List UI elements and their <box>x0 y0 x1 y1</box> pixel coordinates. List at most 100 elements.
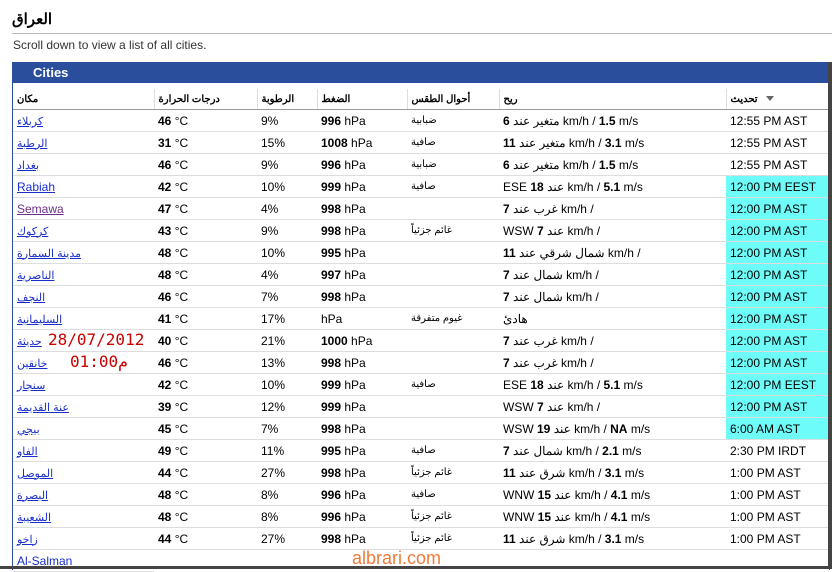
conditions-cell: غائم جزئياً <box>407 219 499 242</box>
wind-cell: ESE 18 عند km/h / 5.1 m/s <box>499 175 726 198</box>
city-link[interactable]: السليمانية <box>17 314 62 326</box>
pressure-unit: hPa <box>344 113 366 128</box>
temp-unit: °C <box>174 487 189 502</box>
updated-cell: 12:00 PM AST <box>726 351 829 374</box>
temp-unit: °C <box>174 201 189 216</box>
city-link[interactable]: الناصرية <box>17 270 54 282</box>
wind-unit: m/s <box>621 531 645 546</box>
wind-unit: m/s <box>621 135 645 150</box>
city-link[interactable]: سنجار <box>17 380 45 392</box>
wind-speed: 18 <box>530 179 544 194</box>
humidity-cell: 17% <box>257 307 317 330</box>
table-row: النجف 46 °C 7% 998 hPa 7 شمال عند km/h /12:0… <box>13 285 829 308</box>
updated-cell: 12:00 PM AST <box>726 197 829 220</box>
pressure-unit: hPa <box>344 355 366 370</box>
wind-detail: غرب عند km/h / <box>509 201 594 216</box>
city-cell: الموصل <box>13 461 154 484</box>
temp-cell: 39 °C <box>154 395 257 418</box>
city-link[interactable]: بغداد <box>17 160 39 172</box>
pressure-cell: 1000 hPa <box>317 329 407 352</box>
wind-speed: 7 <box>503 267 510 282</box>
city-link[interactable]: مدينة السمارة <box>17 248 81 260</box>
temp-unit: °C <box>174 421 189 436</box>
pressure-cell: 996 hPa <box>317 505 407 528</box>
column-header-wind[interactable]: ريح <box>499 89 727 110</box>
overlay-date: 28/07/2012 <box>48 330 145 349</box>
wind-ms: 1.5 <box>598 157 616 172</box>
temp-value: 48 <box>158 509 172 524</box>
table-row: الفاو 49 °C 11% 995 hPa صافية 7 شمال عند km/h… <box>13 439 829 462</box>
column-header-city[interactable]: مكان <box>13 89 155 110</box>
window-border-right <box>828 62 832 569</box>
temp-cell: 45 °C <box>154 417 257 440</box>
column-header-updated[interactable]: تحديث <box>726 89 830 110</box>
city-link[interactable]: حديثة <box>17 336 42 348</box>
city-link[interactable]: الشعيبة <box>17 512 51 524</box>
temp-unit: °C <box>174 531 189 546</box>
conditions-cell: صافية <box>407 175 499 198</box>
humidity-cell: 10% <box>257 175 317 198</box>
pressure-cell: 998 hPa <box>317 417 407 440</box>
city-link[interactable]: الفاو <box>17 446 38 458</box>
column-header-temp[interactable]: درجات الحرارة <box>154 89 258 110</box>
pressure-cell: 995 hPa <box>317 439 407 462</box>
temp-cell: 42 °C <box>154 175 257 198</box>
wind-detail: غرب عند km/h / <box>509 355 594 370</box>
temp-value: 46 <box>158 355 172 370</box>
city-cell: الناصرية <box>13 263 154 286</box>
city-link[interactable]: زاخو <box>17 534 38 546</box>
sort-desc-icon[interactable] <box>765 96 774 102</box>
temp-unit: °C <box>174 377 189 392</box>
city-link[interactable]: كركوك <box>17 226 48 238</box>
wind-speed: 7 <box>503 201 510 216</box>
table-row: الموصل 44 °C 27% 998 hPa غائم جزئياً 11 شرق ع… <box>13 461 829 484</box>
conditions-cell <box>407 351 499 374</box>
humidity-cell: 27% <box>257 461 317 484</box>
temp-value: 44 <box>158 531 172 546</box>
updated-cell: 12:00 PM AST <box>726 285 829 308</box>
city-link[interactable]: Semawa <box>17 202 64 216</box>
temp-value: 46 <box>158 157 172 172</box>
pressure-value: 998 <box>321 531 342 546</box>
city-link[interactable]: خانقين <box>17 358 47 370</box>
column-header-conditions[interactable]: أحوال الطقس <box>407 89 500 110</box>
pressure-value: 996 <box>321 509 342 524</box>
city-link[interactable]: عنة القديمة <box>17 402 69 414</box>
table-header-row: مكان درجات الحرارة الرطوبة الضغط أحوال ا… <box>13 89 830 110</box>
humidity-cell: 4% <box>257 263 317 286</box>
wind-detail: غرب عند km/h / <box>509 333 594 348</box>
temp-value: 31 <box>158 135 172 150</box>
temp-cell: 44 °C <box>154 527 257 550</box>
wind-speed: 15 <box>537 509 552 524</box>
city-link[interactable]: الموصل <box>17 468 53 480</box>
wind-direction: WSW <box>503 399 537 414</box>
pressure-cell: hPa <box>317 307 407 330</box>
city-cell: زاخو <box>13 527 154 550</box>
city-link[interactable]: الرطبة <box>17 138 47 150</box>
updated-cell: 1:00 PM AST <box>726 527 829 550</box>
city-link[interactable]: البصرة <box>17 490 48 502</box>
wind-ms: 5.1 <box>603 377 621 392</box>
column-header-humidity[interactable]: الرطوبة <box>257 89 318 110</box>
city-link[interactable]: بيجي <box>17 424 40 436</box>
column-header-pressure[interactable]: الضغط <box>317 89 408 110</box>
pressure-cell: 996 hPa <box>317 483 407 506</box>
temp-cell: 46 °C <box>154 109 257 132</box>
overlay-time: 01:00م <box>70 352 128 371</box>
city-link[interactable]: كربلاء <box>17 116 43 128</box>
city-link[interactable]: Rabiah <box>17 180 55 194</box>
cities-panel: Cities مكان درجات الحرارة الرطوبة الضغط … <box>12 62 830 572</box>
temp-unit: °C <box>174 509 189 524</box>
wind-unit: m/s <box>620 179 643 194</box>
temp-unit: °C <box>174 223 189 238</box>
pressure-cell: 999 hPa <box>317 395 407 418</box>
pressure-value: 995 <box>321 443 342 458</box>
pressure-cell: 998 hPa <box>317 285 407 308</box>
conditions-cell <box>407 197 499 220</box>
conditions-cell: صافية <box>407 373 499 396</box>
city-link[interactable]: النجف <box>17 292 45 304</box>
humidity-cell: 8% <box>257 505 317 528</box>
wind-cell: WNW 15 عند km/h / 4.1 m/s <box>499 483 726 506</box>
wind-detail: عند km/h / <box>543 179 604 194</box>
updated-cell: 1:00 PM AST <box>726 461 829 484</box>
